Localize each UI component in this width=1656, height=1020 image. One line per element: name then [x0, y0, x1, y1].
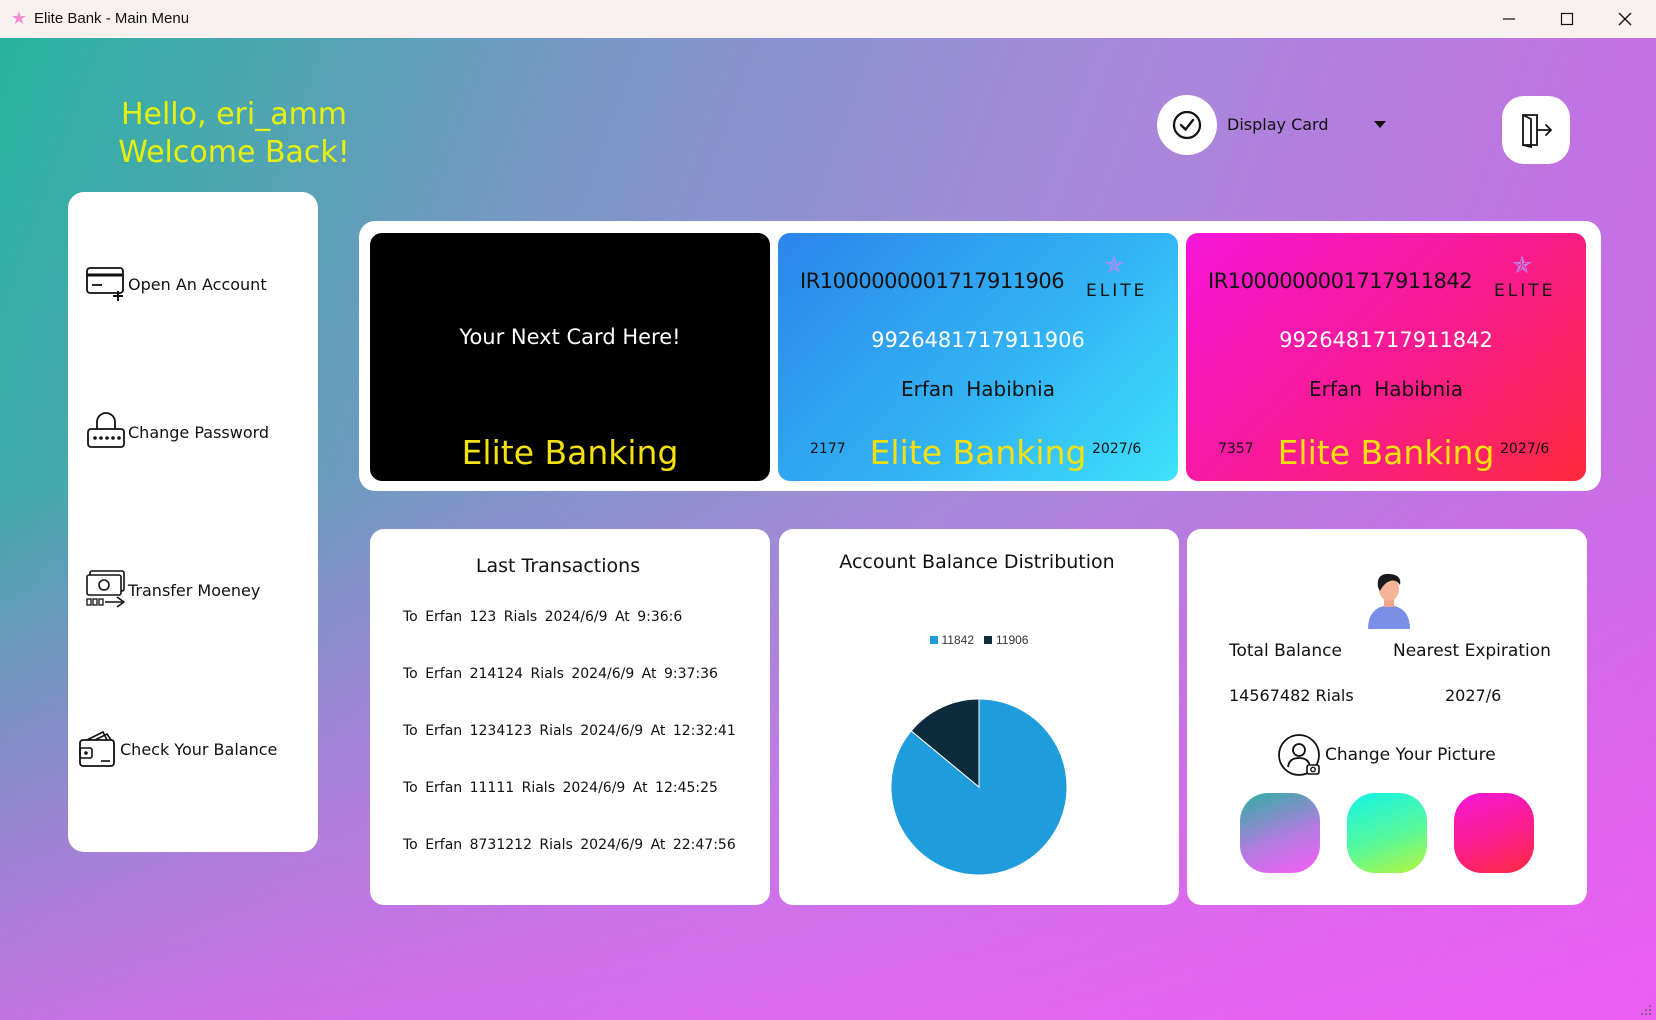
- cards-panel: Your Next Card Here! Elite Banking ✯ ELI…: [359, 221, 1601, 491]
- card-logo-text: ELITE: [1494, 281, 1556, 301]
- card-brand: Elite Banking: [461, 433, 679, 472]
- bank-card[interactable]: ✯ ELITE IR1000000001717911842 9926481717…: [1186, 233, 1586, 481]
- sidebar-item-change-password[interactable]: Change Password: [84, 410, 314, 454]
- transaction-row: To Erfan 1234123 Rials 2024/6/9 At 12:32…: [403, 723, 736, 739]
- transaction-row: To Erfan 8731212 Rials 2024/6/9 At 22:47…: [403, 837, 736, 853]
- user-camera-icon: [1278, 734, 1320, 776]
- transactions-panel: Last Transactions To Erfan 123 Rials 202…: [370, 529, 770, 905]
- transaction-row: To Erfan 123 Rials 2024/6/9 At 9:36:6: [403, 609, 683, 625]
- sidebar-item-open-account[interactable]: Open An Account: [84, 262, 314, 306]
- minimize-button[interactable]: [1480, 0, 1538, 38]
- elite-star-icon: ✯: [1104, 251, 1125, 279]
- nearest-expiration-label: Nearest Expiration: [1393, 641, 1551, 661]
- card-expiry: 2027/6: [1500, 441, 1550, 457]
- theme-swatch-cyan-green[interactable]: [1347, 793, 1427, 873]
- sidebar: Open An Account Change Password Transfer…: [68, 192, 318, 852]
- sidebar-item-label: Check Your Balance: [120, 739, 278, 759]
- sidebar-item-label: Transfer Moeney: [128, 580, 261, 600]
- sidebar-item-transfer-money[interactable]: Transfer Moeney: [84, 568, 314, 612]
- wallet-icon: [76, 727, 120, 771]
- display-card-label[interactable]: Display Card: [1227, 115, 1329, 134]
- greeting-welcome: Welcome Back!: [118, 135, 350, 170]
- theme-swatch-pink-red[interactable]: [1454, 793, 1534, 873]
- transaction-row: To Erfan 11111 Rials 2024/6/9 At 12:45:2…: [403, 780, 718, 796]
- window-title: Elite Bank - Main Menu: [34, 10, 190, 27]
- theme-swatch-teal-pink[interactable]: [1240, 793, 1320, 873]
- maximize-button[interactable]: [1538, 0, 1596, 38]
- bank-card[interactable]: ✯ ELITE IR1000000001717911906 9926481717…: [778, 233, 1178, 481]
- transaction-row: To Erfan 214124 Rials 2024/6/9 At 9:37:3…: [403, 666, 718, 682]
- sidebar-item-check-balance[interactable]: Check Your Balance: [76, 727, 306, 771]
- total-balance-value: 14567482 Rials: [1229, 686, 1354, 705]
- card-holder: Erfan Habibnia: [1309, 377, 1463, 401]
- elite-star-icon: ✯: [1512, 251, 1533, 279]
- check-circle-icon[interactable]: [1157, 95, 1217, 155]
- minimize-icon: [1503, 18, 1515, 20]
- change-picture-button[interactable]: Change Your Picture: [1277, 733, 1496, 777]
- resize-grip-icon[interactable]: [1640, 1004, 1652, 1016]
- card-iban: IR1000000001717911842: [1208, 269, 1473, 293]
- nearest-expiration-value: 2027/6: [1445, 686, 1502, 705]
- exit-door-icon: [1522, 114, 1552, 149]
- card-logo-text: ELITE: [1086, 281, 1148, 301]
- card-add-icon: [84, 262, 128, 306]
- total-balance-label: Total Balance: [1229, 641, 1342, 661]
- sidebar-item-label: Open An Account: [128, 274, 267, 294]
- card-holder: Erfan Habibnia: [901, 377, 1055, 401]
- sidebar-item-label: Change Password: [128, 422, 270, 442]
- placeholder-card[interactable]: Your Next Card Here! Elite Banking: [370, 233, 770, 481]
- pie-chart: [890, 698, 1068, 876]
- app-star-icon: ★: [10, 8, 28, 29]
- card-number: 9926481717911906: [871, 328, 1085, 352]
- card-iban: IR1000000001717911906: [800, 269, 1065, 293]
- greeting: Hello, eri_amm Welcome Back!: [84, 96, 384, 172]
- chevron-down-icon[interactable]: [1374, 121, 1386, 128]
- profile-panel: Total Balance Nearest Expiration 1456748…: [1187, 529, 1587, 905]
- display-card-selector[interactable]: Display Card: [1157, 95, 1397, 157]
- close-button[interactable]: [1596, 0, 1654, 38]
- user-avatar-icon: [1368, 573, 1410, 629]
- lock-icon: [84, 410, 128, 454]
- transactions-title: Last Transactions: [475, 555, 641, 577]
- money-transfer-icon: [84, 568, 128, 612]
- close-icon: [1618, 12, 1632, 26]
- card-number: 9926481717911842: [1279, 328, 1493, 352]
- greeting-hello: Hello, eri_amm: [120, 97, 348, 132]
- main-area: Hello, eri_amm Welcome Back! Display Car…: [0, 38, 1656, 1020]
- change-picture-label: Change Your Picture: [1325, 745, 1496, 765]
- placeholder-text: Your Next Card Here!: [459, 325, 681, 349]
- card-expiry: 2027/6: [1092, 441, 1142, 457]
- maximize-icon: [1560, 12, 1574, 26]
- chart-panel: Account Balance Distribution 11842 11906: [779, 529, 1179, 905]
- logout-button[interactable]: [1502, 96, 1570, 164]
- title-bar: ★ Elite Bank - Main Menu: [0, 0, 1656, 38]
